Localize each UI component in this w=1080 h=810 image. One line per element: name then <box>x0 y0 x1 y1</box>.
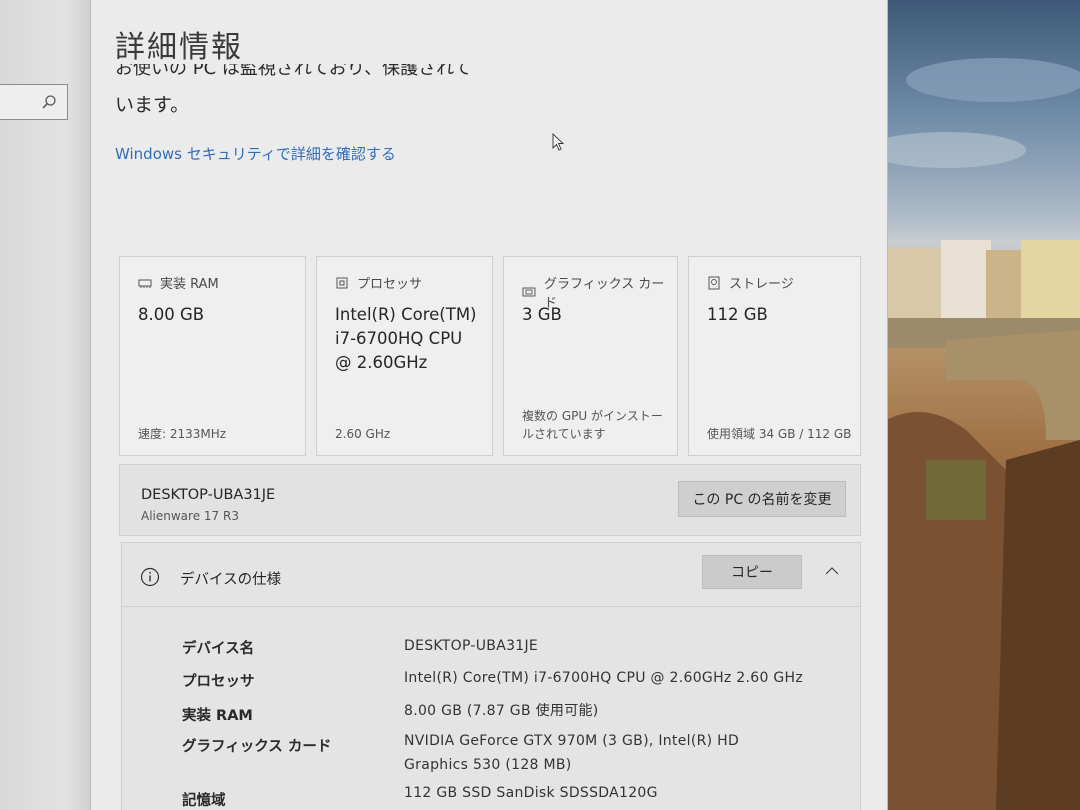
processor-icon <box>336 277 348 288</box>
device-model: Alienware 17 R3 <box>141 509 239 523</box>
graphics-card-icon <box>522 287 536 297</box>
card-storage-label: ストレージ <box>729 277 794 292</box>
settings-window: 詳細情報 お使いの PC は監視されており、保護されて います。 Windows… <box>90 0 888 810</box>
chevron-up-icon[interactable] <box>824 563 840 579</box>
spec-label: プロセッサ <box>182 674 255 690</box>
device-specs-section: デバイスの仕様 コピー デバイス名 DESKTOP-UBA31JE プロセッサ … <box>121 542 861 810</box>
background-window <box>0 0 92 810</box>
protection-status-line1: お使いの PC は監視されており、保護されて <box>115 64 472 79</box>
copy-button[interactable]: コピー <box>702 555 802 589</box>
card-ram-value: 8.00 GB <box>138 305 205 324</box>
wallpaper-image <box>886 58 1080 810</box>
card-ram-label: 実装 RAM <box>160 277 219 292</box>
spec-value: DESKTOP-UBA31JE <box>404 638 539 654</box>
card-graphics-note: 複数の GPU がインストールされています <box>522 409 663 441</box>
spec-label: 記憶域 <box>182 793 226 809</box>
card-ram: 実装 RAM 8.00 GB 速度: 2133MHz <box>119 256 306 456</box>
info-icon <box>140 567 160 587</box>
search-icon <box>42 95 56 109</box>
card-processor: プロセッサ Intel(R) Core(TM) i7-6700HQ CPU @ … <box>316 256 493 456</box>
memory-icon <box>138 279 152 288</box>
card-graphics-value: 3 GB <box>522 305 562 324</box>
card-ram-header: 実装 RAM <box>138 273 219 292</box>
storage-icon <box>708 276 720 289</box>
card-ram-note: 速度: 2133MHz <box>138 427 227 441</box>
spec-value: 8.00 GB (7.87 GB 使用可能) <box>404 703 599 719</box>
protection-status-line2: います。 <box>115 94 190 116</box>
device-name: DESKTOP-UBA31JE <box>141 487 276 503</box>
spec-value: NVIDIA GeForce GTX 970M (3 GB), Intel(R)… <box>404 733 740 773</box>
device-name-panel: DESKTOP-UBA31JE Alienware 17 R3 この PC の名… <box>119 464 861 536</box>
card-graphics: グラフィックス カード 3 GB 複数の GPU がインストールされています <box>503 256 678 456</box>
card-processor-header: プロセッサ <box>335 273 422 292</box>
card-processor-note: 2.60 GHz <box>335 427 391 441</box>
spec-label: グラフィックス カード <box>182 739 332 755</box>
background-search-box[interactable] <box>0 84 68 120</box>
windows-security-link[interactable]: Windows セキュリティで詳細を確認する <box>115 143 396 164</box>
rename-pc-button[interactable]: この PC の名前を変更 <box>678 481 846 517</box>
page-title: 詳細情報 <box>115 30 243 65</box>
spec-label: デバイス名 <box>182 641 255 657</box>
card-storage-value: 112 GB <box>707 305 768 324</box>
spec-label: 実装 RAM <box>182 708 253 724</box>
spec-value: Intel(R) Core(TM) i7-6700HQ CPU @ 2.60GH… <box>404 670 804 686</box>
mouse-cursor-icon <box>552 133 565 151</box>
desktop-wallpaper <box>886 0 1080 810</box>
card-processor-value: Intel(R) Core(TM) i7-6700HQ CPU @ 2.60GH… <box>335 305 477 372</box>
device-specs-header[interactable]: デバイスの仕様 コピー <box>122 543 860 607</box>
card-storage-note: 使用領域 34 GB / 112 GB <box>707 427 852 441</box>
card-storage-header: ストレージ <box>707 273 794 292</box>
card-processor-label: プロセッサ <box>357 277 423 292</box>
device-specs-title: デバイスの仕様 <box>180 572 282 588</box>
card-storage: ストレージ 112 GB 使用領域 34 GB / 112 GB <box>688 256 861 456</box>
spec-value: 112 GB SSD SanDisk SDSSDA120G <box>404 785 658 801</box>
